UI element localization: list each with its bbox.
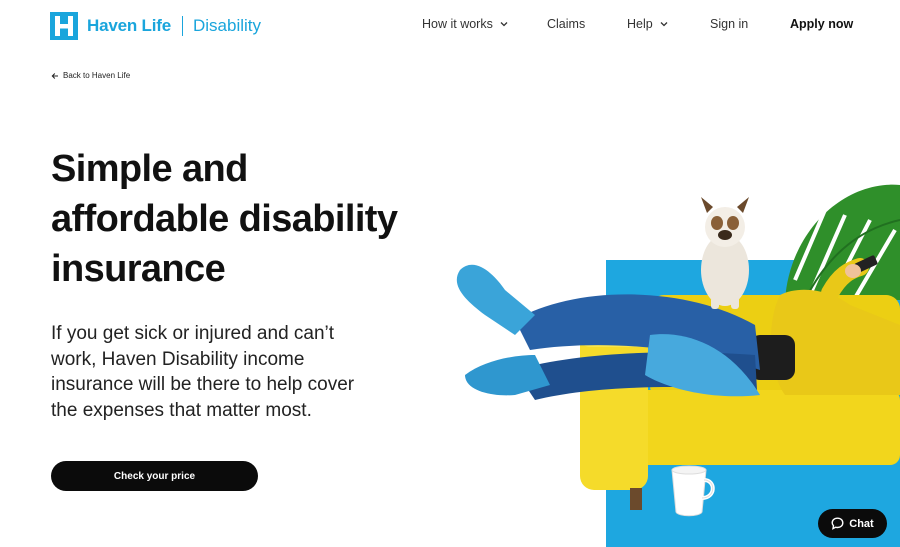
back-link-label: Back to Haven Life [63,71,131,80]
hero-title-line: Simple and [51,148,248,190]
arrow-left-icon [51,72,58,79]
haven-life-logo[interactable]: Haven Life Disability [50,11,261,41]
hero-title-line: insurance [51,248,226,290]
chat-button[interactable]: Chat [818,509,887,538]
sofa-seat [635,390,900,465]
chat-label: Chat [849,517,874,530]
nav-how-it-works-label: How it works [422,17,493,31]
hero-illustration [456,184,900,547]
hero-title-line: affordable disability [51,198,398,240]
product-name: Disability [192,16,262,35]
sofa-arm [580,325,648,490]
nav-sign-in[interactable]: Sign in [710,17,748,31]
nav-claims-label: Claims [547,17,586,31]
check-your-price-button[interactable]: Check your price [51,461,258,491]
nav-apply-now[interactable]: Apply now [790,17,853,31]
nav-apply-now-label: Apply now [790,17,854,31]
nav-help[interactable]: Help [627,17,668,31]
hero-subtitle: If you get sick or injured and can’t wor… [51,323,355,421]
blue-sock-upper [456,264,535,335]
logo-divider [181,16,183,36]
sofa-leg [630,488,642,510]
nav-how-it-works[interactable]: How it works [422,17,508,31]
nav-help-label: Help [627,17,653,31]
brand-name: Haven Life [87,16,171,35]
hero-title: Simple and affordable disability insuran… [51,144,431,294]
chevron-down-icon [660,22,668,27]
nav-sign-in-label: Sign in [710,17,749,31]
haven-life-logo-icon [50,12,78,40]
dog [701,197,749,309]
nav-claims[interactable]: Claims [547,17,585,31]
chat-bubble-icon [831,517,844,530]
site-header: Haven Life Disability How it works Claim… [0,0,900,50]
chevron-down-icon [500,22,508,27]
back-to-haven-life-link[interactable]: Back to Haven Life [51,71,130,80]
